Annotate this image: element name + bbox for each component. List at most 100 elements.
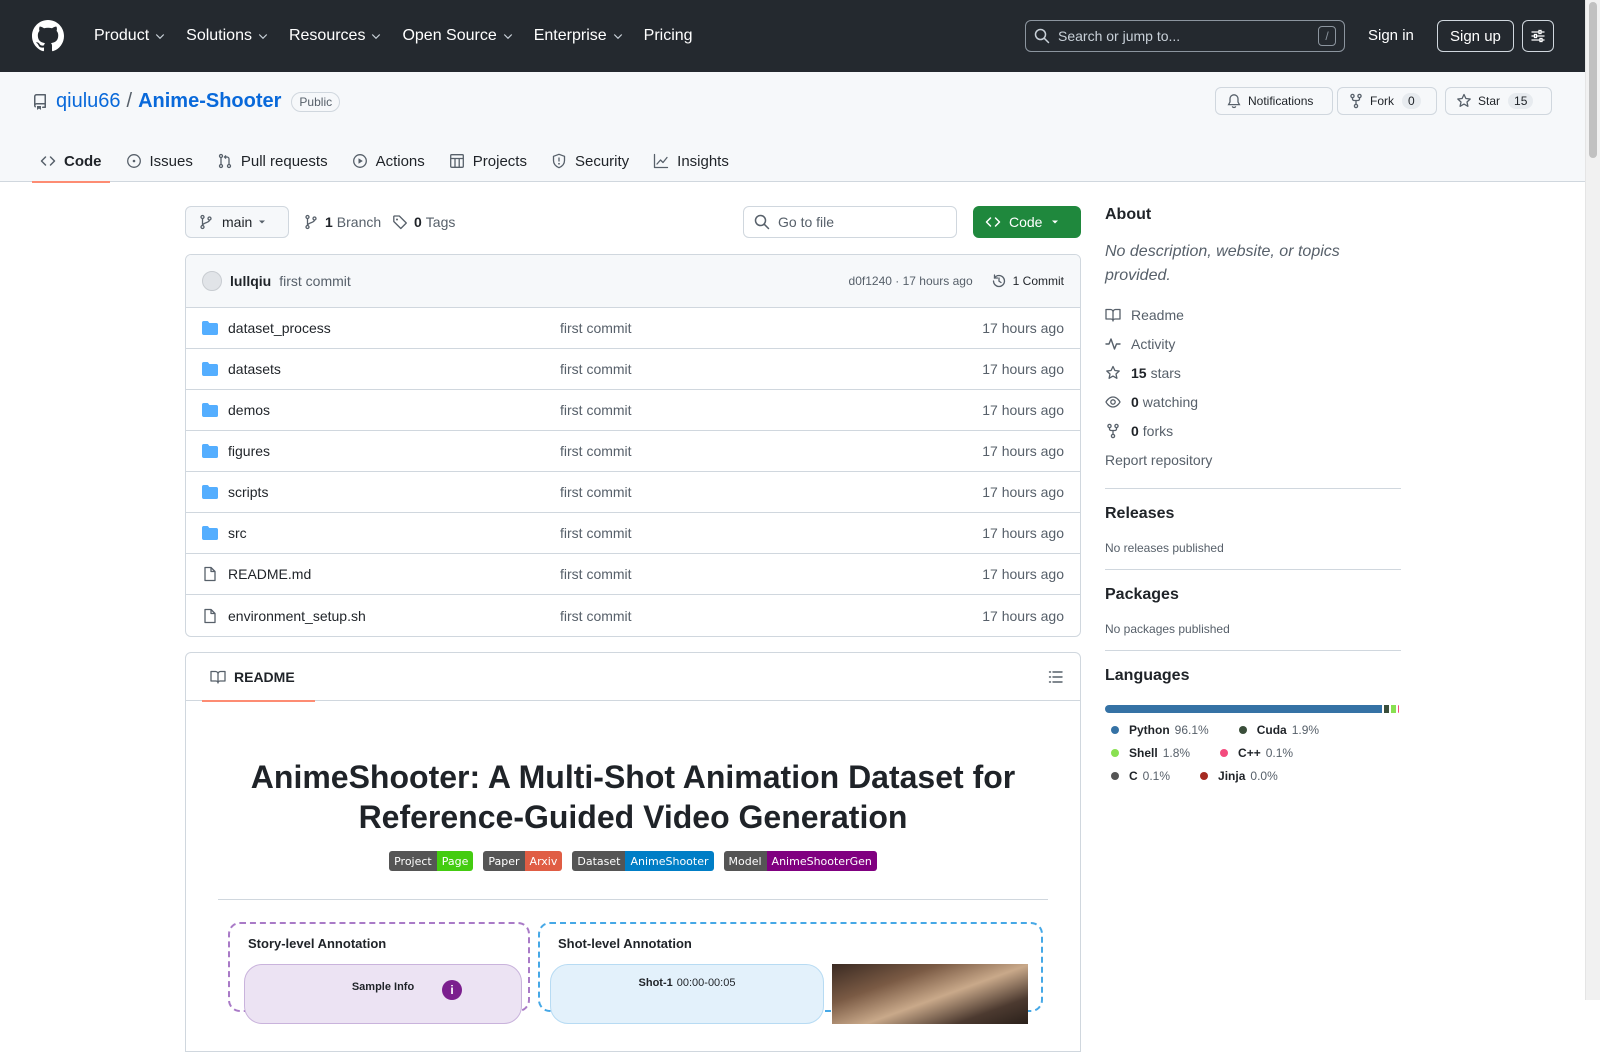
nav-enterprise[interactable]: Enterprise: [526, 20, 632, 52]
language-bar: [1105, 705, 1401, 713]
scrollbar-thumb[interactable]: [1589, 2, 1597, 158]
branches-link[interactable]: 1 Branch: [303, 206, 381, 238]
notifications-button[interactable]: Notifications: [1215, 87, 1333, 115]
tags-link[interactable]: 0 Tags: [392, 206, 455, 238]
file-commit-message-link[interactable]: first commit: [560, 525, 632, 541]
branch-icon: [198, 214, 214, 230]
sign-up-button[interactable]: Sign up: [1437, 20, 1514, 52]
sign-in-link[interactable]: Sign in: [1368, 22, 1414, 50]
file-commit-message-link[interactable]: first commit: [560, 566, 632, 582]
readme-tab[interactable]: README: [202, 653, 303, 701]
tab-actions[interactable]: Actions: [344, 140, 433, 182]
file-commit-message-link[interactable]: first commit: [560, 402, 632, 418]
avatar[interactable]: [202, 271, 222, 291]
tab-security[interactable]: Security: [543, 140, 637, 182]
file-commit-message-link[interactable]: first commit: [560, 608, 632, 624]
eye-icon: [1105, 394, 1121, 410]
chevron-down-icon: [502, 30, 514, 42]
star-icon: [1456, 93, 1472, 109]
file-name-link[interactable]: README.md: [228, 566, 311, 582]
file-name-link[interactable]: demos: [228, 402, 270, 418]
star-button[interactable]: Star 15: [1445, 87, 1552, 115]
language-item[interactable]: C++0.1%: [1220, 746, 1293, 760]
tab-pull-requests[interactable]: Pull requests: [209, 140, 336, 182]
language-color-dot: [1111, 749, 1119, 757]
branch-select-button[interactable]: main: [185, 206, 289, 238]
tab-issues[interactable]: Issues: [118, 140, 201, 182]
readme-panel: README AnimeShooter: A Multi-Shot Animat…: [185, 652, 1081, 1052]
book-icon: [210, 669, 226, 685]
language-item[interactable]: Shell1.8%: [1111, 746, 1190, 760]
sliders-menu-button[interactable]: [1522, 20, 1554, 52]
nav-open-source[interactable]: Open Source: [394, 20, 521, 52]
language-color-dot: [1111, 726, 1119, 734]
shot-card: Shot-1 00:00-00:05: [550, 964, 824, 1024]
readme-badge-model[interactable]: ModelAnimeShooterGen: [724, 851, 877, 871]
code-icon: [40, 153, 56, 169]
tab-label: Code: [64, 153, 102, 170]
file-name-link[interactable]: datasets: [228, 361, 281, 377]
sidebar-divider: [1105, 650, 1401, 651]
shot-annotation-box: Shot-level Annotation Shot-1 00:00-00:05: [538, 922, 1043, 1012]
nav-pricing[interactable]: Pricing: [636, 20, 701, 52]
about-link-label: stars: [1151, 365, 1181, 381]
readme-badge-paper[interactable]: PaperArxiv: [483, 851, 562, 871]
about-link-readme[interactable]: Readme: [1105, 300, 1401, 329]
commit-author-link[interactable]: lullqiu: [230, 273, 271, 289]
file-commit-message-link[interactable]: first commit: [560, 361, 632, 377]
github-logo-icon[interactable]: [32, 20, 64, 52]
file-commit-message-link[interactable]: first commit: [560, 484, 632, 500]
file-name-link[interactable]: figures: [228, 443, 270, 459]
file-name-link[interactable]: scripts: [228, 484, 268, 500]
nav-product[interactable]: Product: [86, 20, 174, 52]
language-item[interactable]: Jinja0.0%: [1200, 769, 1278, 783]
releases-heading[interactable]: Releases: [1105, 505, 1401, 523]
list-icon: [1048, 669, 1064, 685]
repository-tabs: Code IssuesPull requests Actions Projects Se…: [32, 140, 745, 182]
tab-insights[interactable]: Insights: [645, 140, 737, 182]
file-name-link[interactable]: dataset_process: [228, 320, 331, 336]
tab-projects[interactable]: Projects: [441, 140, 535, 182]
language-color-dot: [1200, 772, 1208, 780]
about-link-activity[interactable]: Activity: [1105, 329, 1401, 358]
report-repository-link[interactable]: Report repository: [1105, 445, 1401, 474]
commits-history-link[interactable]: 1 Commit: [991, 273, 1064, 289]
readme-badge-dataset[interactable]: DatasetAnimeShooter: [572, 851, 713, 871]
tab-label: Actions: [376, 153, 425, 170]
fork-count: 0: [1402, 93, 1421, 109]
fork-button[interactable]: Fork 0: [1337, 87, 1437, 115]
commit-message-link[interactable]: first commit: [279, 273, 351, 289]
file-name-link[interactable]: environment_setup.sh: [228, 608, 366, 624]
file-row: srcfirst commit17 hours ago: [186, 513, 1080, 554]
global-search-input[interactable]: Search or jump to... /: [1025, 20, 1345, 52]
language-name: Jinja: [1218, 769, 1245, 783]
repo-owner-link[interactable]: qiulu66: [56, 90, 121, 113]
file-commit-message-link[interactable]: first commit: [560, 443, 632, 459]
badge-value: AnimeShooter: [625, 851, 713, 871]
readme-badge-project[interactable]: ProjectPage: [389, 851, 473, 871]
language-percent: 1.9%: [1292, 723, 1319, 737]
commit-hash-time[interactable]: d0f1240 · 17 hours ago: [849, 274, 973, 288]
tab-code[interactable]: Code: [32, 140, 110, 182]
nav-resources[interactable]: Resources: [281, 20, 390, 52]
page-scrollbar[interactable]: [1585, 0, 1600, 1000]
language-item[interactable]: Cuda1.9%: [1239, 723, 1319, 737]
language-item[interactable]: Python96.1%: [1111, 723, 1209, 737]
tab-label: Projects: [473, 153, 527, 170]
file-commit-message-link[interactable]: first commit: [560, 320, 632, 336]
file-name-link[interactable]: src: [228, 525, 247, 541]
go-to-file-input[interactable]: Go to file: [743, 206, 957, 238]
repo-name-link[interactable]: Anime-Shooter: [138, 90, 281, 113]
code-dropdown-button[interactable]: Code: [973, 206, 1081, 238]
outline-button[interactable]: [1048, 669, 1064, 685]
packages-heading[interactable]: Packages: [1105, 586, 1401, 604]
nav-solutions[interactable]: Solutions: [178, 20, 277, 52]
about-links: ReadmeActivity15stars0watching0forks: [1105, 300, 1401, 445]
about-link-watching[interactable]: 0watching: [1105, 387, 1401, 416]
language-item[interactable]: C0.1%: [1111, 769, 1170, 783]
current-branch: main: [222, 214, 252, 230]
branch-count: 1: [325, 214, 333, 230]
about-link-stars[interactable]: 15stars: [1105, 358, 1401, 387]
file-commit-age: 17 hours ago: [982, 361, 1064, 377]
about-link-forks[interactable]: 0forks: [1105, 416, 1401, 445]
